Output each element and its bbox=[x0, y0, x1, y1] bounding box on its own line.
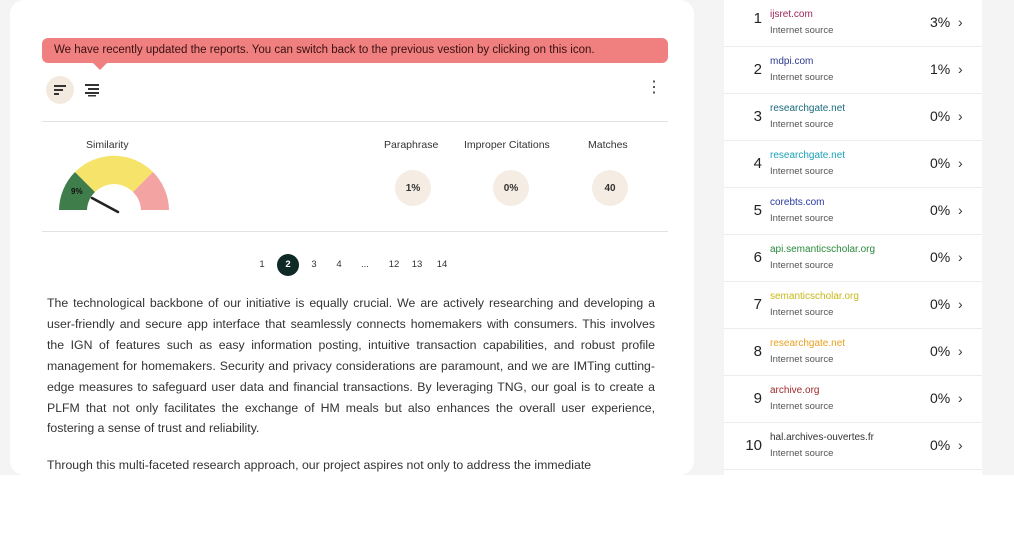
matches-label: Matches bbox=[588, 139, 628, 151]
gauge-needle bbox=[90, 196, 120, 214]
source-type: Internet source bbox=[770, 260, 834, 271]
source-percent: 0% bbox=[930, 390, 951, 406]
source-domain: researchgate.net bbox=[770, 338, 846, 349]
chevron-right-icon: › bbox=[958, 61, 963, 77]
page-13[interactable]: 13 bbox=[410, 254, 424, 276]
sort-view-button[interactable] bbox=[46, 76, 74, 104]
source-percent: 0% bbox=[930, 296, 951, 312]
page-4[interactable]: 4 bbox=[334, 254, 344, 276]
source-domain: corebts.com bbox=[770, 197, 825, 208]
source-row[interactable]: 4 researchgate.net Internet source 0% › bbox=[724, 141, 982, 188]
source-percent: 1% bbox=[930, 61, 951, 77]
source-rank: 1 bbox=[753, 10, 762, 27]
document-text: The technological backbone of our initia… bbox=[47, 293, 655, 475]
source-row[interactable]: 8 researchgate.net Internet source 0% › bbox=[724, 329, 982, 376]
source-row[interactable]: 9 archive.org Internet source 0% › bbox=[724, 376, 982, 423]
source-rank: 3 bbox=[753, 108, 762, 125]
source-rank: 6 bbox=[753, 249, 762, 266]
source-type: Internet source bbox=[770, 448, 834, 459]
source-row[interactable]: 7 semanticscholar.org Internet source 0%… bbox=[724, 282, 982, 329]
matches-value: 40 bbox=[592, 170, 628, 206]
source-rank: 8 bbox=[753, 343, 762, 360]
source-row[interactable]: 10 hal.archives-ouvertes.fr Internet sou… bbox=[724, 423, 982, 470]
list-view-button[interactable] bbox=[78, 76, 106, 104]
source-domain: semanticscholar.org bbox=[770, 291, 859, 302]
chevron-right-icon: › bbox=[958, 202, 963, 218]
source-type: Internet source bbox=[770, 307, 834, 318]
source-percent: 3% bbox=[930, 14, 951, 30]
source-percent: 0% bbox=[930, 343, 951, 359]
chevron-right-icon: › bbox=[958, 14, 963, 30]
source-rank: 5 bbox=[753, 202, 762, 219]
source-row[interactable]: 3 researchgate.net Internet source 0% › bbox=[724, 94, 982, 141]
gauge-value: 9% bbox=[71, 187, 83, 196]
divider bbox=[42, 231, 668, 232]
chevron-right-icon: › bbox=[958, 343, 963, 359]
improper-citations-value: 0% bbox=[493, 170, 529, 206]
report-card: We have recently updated the reports. Yo… bbox=[10, 0, 694, 475]
chevron-right-icon: › bbox=[958, 108, 963, 124]
similarity-label: Similarity bbox=[86, 139, 129, 151]
source-rank: 9 bbox=[753, 390, 762, 407]
source-percent: 0% bbox=[930, 249, 951, 265]
page-14[interactable]: 14 bbox=[435, 254, 449, 276]
improper-citations-label: Improper Citations bbox=[464, 139, 550, 151]
chevron-right-icon: › bbox=[958, 155, 963, 171]
source-row[interactable]: 2 mdpi.com Internet source 1% › bbox=[724, 47, 982, 94]
source-domain: archive.org bbox=[770, 385, 820, 396]
source-percent: 0% bbox=[930, 108, 951, 124]
source-percent: 0% bbox=[930, 155, 951, 171]
update-notice-banner: We have recently updated the reports. Yo… bbox=[42, 38, 668, 63]
page-3[interactable]: 3 bbox=[309, 254, 319, 276]
chevron-right-icon: › bbox=[958, 296, 963, 312]
similarity-gauge: 9% bbox=[59, 155, 169, 214]
source-domain: mdpi.com bbox=[770, 56, 814, 67]
source-type: Internet source bbox=[770, 354, 834, 365]
banner-pointer bbox=[93, 63, 107, 70]
paraphrase-label: Paraphrase bbox=[384, 139, 439, 151]
source-type: Internet source bbox=[770, 401, 834, 412]
divider bbox=[42, 121, 668, 122]
source-row[interactable]: 1 ijsret.com Internet source 3% › bbox=[724, 0, 982, 47]
source-type: Internet source bbox=[770, 25, 834, 36]
paraphrase-value: 1% bbox=[395, 170, 431, 206]
match-sources-list: 1 ijsret.com Internet source 3% › 2 mdpi… bbox=[724, 0, 982, 475]
source-type: Internet source bbox=[770, 213, 834, 224]
document-paragraph: The technological backbone of our initia… bbox=[47, 296, 655, 436]
list-lines-icon bbox=[85, 84, 99, 97]
page-2-current[interactable]: 2 bbox=[277, 254, 299, 276]
chevron-right-icon: › bbox=[958, 390, 963, 406]
page-ellipsis: ... bbox=[361, 259, 369, 270]
source-rank: 2 bbox=[753, 61, 762, 78]
source-percent: 0% bbox=[930, 437, 951, 453]
page-1[interactable]: 1 bbox=[257, 254, 267, 276]
kebab-menu-icon[interactable]: ⋮ bbox=[646, 80, 662, 96]
source-domain: researchgate.net bbox=[770, 150, 846, 161]
page-12[interactable]: 12 bbox=[387, 254, 401, 276]
source-rank: 7 bbox=[753, 296, 762, 313]
source-domain: researchgate.net bbox=[770, 103, 846, 114]
source-row[interactable]: 6 api.semanticscholar.org Internet sourc… bbox=[724, 235, 982, 282]
chevron-right-icon: › bbox=[958, 249, 963, 265]
source-rank: 10 bbox=[745, 437, 762, 454]
source-percent: 0% bbox=[930, 202, 951, 218]
source-domain: ijsret.com bbox=[770, 9, 813, 20]
source-type: Internet source bbox=[770, 119, 834, 130]
source-rank: 4 bbox=[753, 155, 762, 172]
source-domain: api.semanticscholar.org bbox=[770, 244, 876, 255]
document-paragraph: Through this multi-faceted research appr… bbox=[47, 458, 592, 473]
source-type: Internet source bbox=[770, 72, 834, 83]
source-row[interactable]: 5 corebts.com Internet source 0% › bbox=[724, 188, 982, 235]
chevron-right-icon: › bbox=[958, 437, 963, 453]
source-domain: hal.archives-ouvertes.fr bbox=[770, 432, 874, 443]
source-type: Internet source bbox=[770, 166, 834, 177]
sort-lines-icon bbox=[54, 85, 66, 95]
